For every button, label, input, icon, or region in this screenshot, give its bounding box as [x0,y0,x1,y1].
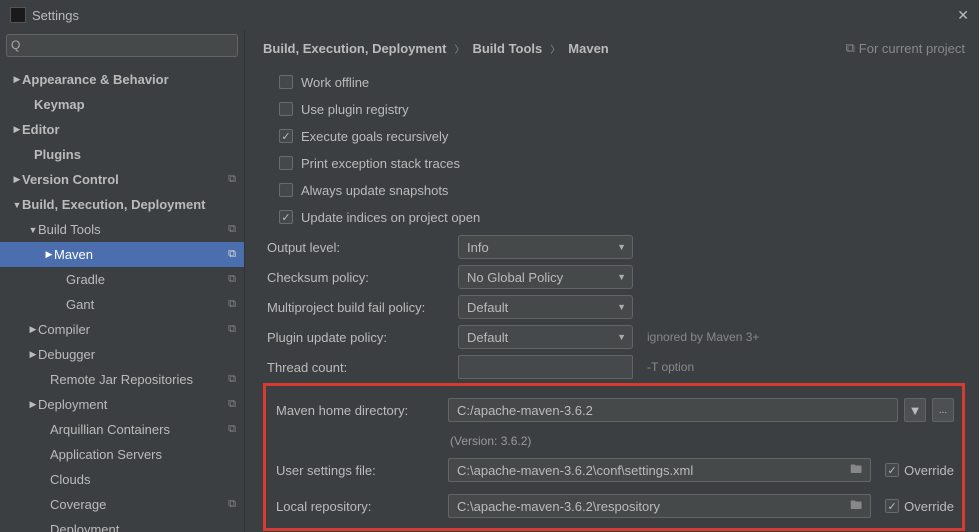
chevron-down-icon: ▼ [617,242,626,252]
check-update-indices[interactable]: Update indices on project open [263,205,965,229]
folder-icon[interactable]: 🖿 [850,496,862,517]
sidebar: Q ▶Appearance & Behavior Keymap ▶Editor … [0,30,245,532]
for-current-project: ⧉For current project [846,40,966,56]
app-icon [10,7,26,23]
crumb-b[interactable]: Build Tools [472,41,542,56]
hint-thread-count: -T option [647,360,694,374]
tree-plugins[interactable]: Plugins [0,142,244,167]
window-title: Settings [32,8,79,23]
breadcrumb: Build, Execution, Deployment 〉 Build Too… [263,40,965,56]
copy-icon: ⧉ [228,273,236,286]
copy-icon: ⧉ [228,423,236,436]
tree-version-control[interactable]: ▶Version Control⧉ [0,167,244,192]
highlighted-section: Maven home directory: C:/apache-maven-3.… [263,383,965,531]
copy-icon: ⧉ [228,223,236,236]
input-maven-home[interactable]: C:/apache-maven-3.6.2 [448,398,898,422]
chevron-right-icon: 〉 [550,41,560,56]
combo-multiproject[interactable]: Default▼ [458,295,633,319]
override-local-repo[interactable]: Override [885,499,954,514]
check-execute-goals[interactable]: Execute goals recursively [263,124,965,148]
tree-arquillian[interactable]: Arquillian Containers⧉ [0,417,244,442]
tree-appearance[interactable]: ▶Appearance & Behavior [0,67,244,92]
combo-output-level[interactable]: Info▼ [458,235,633,259]
label-user-settings: User settings file: [272,463,442,478]
settings-tree: ▶Appearance & Behavior Keymap ▶Editor Pl… [0,61,244,532]
tree-debugger[interactable]: ▶Debugger [0,342,244,367]
tree-compiler[interactable]: ▶Compiler⧉ [0,317,244,342]
check-plugin-registry[interactable]: Use plugin registry [263,97,965,121]
combo-plugin-update[interactable]: Default▼ [458,325,633,349]
label-checksum: Checksum policy: [263,270,458,285]
search-input[interactable] [6,34,238,57]
titlebar: Settings ✕ [0,0,979,30]
copy-icon: ⧉ [228,398,236,411]
chevron-down-icon: ▼ [617,332,626,342]
maven-home-dropdown[interactable]: ▼ [904,398,926,422]
tree-editor[interactable]: ▶Editor [0,117,244,142]
tree-gradle[interactable]: Gradle⧉ [0,267,244,292]
folder-icon[interactable]: 🖿 [850,460,862,481]
tree-deployment[interactable]: ▶Deployment⧉ [0,392,244,417]
crumb-a[interactable]: Build, Execution, Deployment [263,41,446,56]
maven-home-browse[interactable]: ... [932,398,954,422]
copy-icon: ⧉ [228,298,236,311]
copy-icon: ⧉ [228,498,236,511]
override-user-settings[interactable]: Override [885,463,954,478]
copy-icon: ⧉ [228,373,236,386]
tree-deployment2[interactable]: Deployment [0,517,244,532]
hint-plugin-update: ignored by Maven 3+ [647,330,759,344]
label-maven-home: Maven home directory: [272,403,442,418]
chevron-down-icon: ▼ [617,302,626,312]
crumb-c: Maven [568,41,608,56]
tree-bed[interactable]: ▼Build, Execution, Deployment [0,192,244,217]
check-work-offline[interactable]: Work offline [263,70,965,94]
check-always-update[interactable]: Always update snapshots [263,178,965,202]
label-multiproject: Multiproject build fail policy: [263,300,458,315]
chevron-down-icon: ▼ [617,272,626,282]
tree-gant[interactable]: Gant⧉ [0,292,244,317]
search-icon: Q [11,38,20,52]
tree-build-tools[interactable]: ▼Build Tools⧉ [0,217,244,242]
tree-remote-jar[interactable]: Remote Jar Repositories⧉ [0,367,244,392]
tree-keymap[interactable]: Keymap [0,92,244,117]
close-icon[interactable]: ✕ [957,7,969,24]
tree-coverage[interactable]: Coverage⧉ [0,492,244,517]
copy-icon: ⧉ [846,40,855,56]
tree-maven[interactable]: ▶Maven⧉ [0,242,244,267]
maven-version: (Version: 3.6.2) [272,434,954,448]
label-plugin-update: Plugin update policy: [263,330,458,345]
tree-app-servers[interactable]: Application Servers [0,442,244,467]
chevron-right-icon: 〉 [454,41,464,56]
label-local-repo: Local repository: [272,499,442,514]
input-thread-count[interactable] [458,355,633,379]
input-local-repo[interactable]: C:\apache-maven-3.6.2\respository🖿 [448,494,871,518]
tree-clouds[interactable]: Clouds [0,467,244,492]
label-thread-count: Thread count: [263,360,458,375]
chevron-down-icon: ▼ [909,403,922,418]
copy-icon: ⧉ [228,323,236,336]
check-print-exception[interactable]: Print exception stack traces [263,151,965,175]
content-panel: Build, Execution, Deployment 〉 Build Too… [245,30,979,532]
copy-icon: ⧉ [228,173,236,186]
combo-checksum[interactable]: No Global Policy▼ [458,265,633,289]
copy-icon: ⧉ [228,248,236,261]
input-user-settings[interactable]: C:\apache-maven-3.6.2\conf\settings.xml🖿 [448,458,871,482]
label-output-level: Output level: [263,240,458,255]
